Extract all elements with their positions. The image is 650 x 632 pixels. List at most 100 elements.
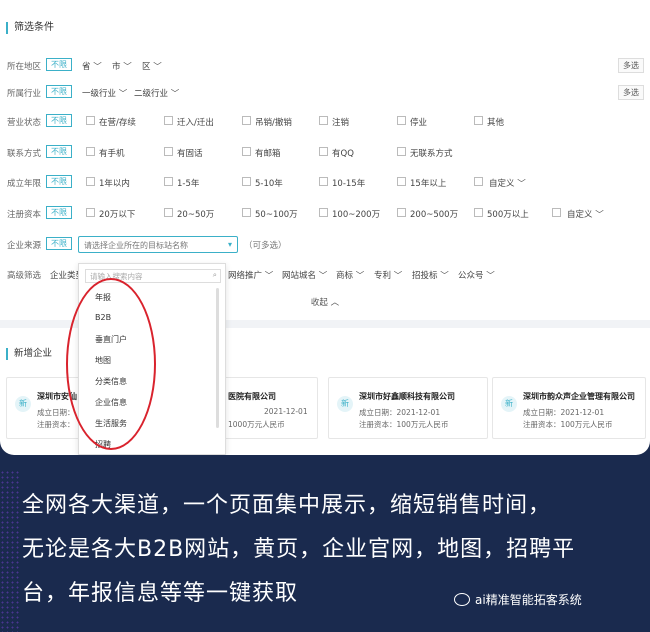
age-unlimited-button[interactable]: 不限 (46, 175, 72, 188)
age-option[interactable]: 1年以内 (99, 177, 130, 189)
trademark-dropdown[interactable]: 商标 ﹀ (336, 269, 364, 281)
status-option[interactable]: 停业 (410, 116, 427, 128)
source-unlimited-button[interactable]: 不限 (46, 237, 72, 250)
company-card[interactable]: 新 深圳市好鑫顺科技有限公司 成立日期：2021-12-01 注册资本：100万… (328, 377, 488, 439)
checkbox[interactable] (319, 116, 328, 125)
patent-dropdown[interactable]: 专利 ﹀ (374, 269, 402, 281)
checkbox[interactable] (474, 208, 483, 217)
company-capital: 注册资本：100万元人民币 (359, 420, 449, 429)
checkbox[interactable] (397, 177, 406, 186)
capital-option[interactable]: 20~50万 (177, 208, 214, 220)
source-label: 企业来源 (7, 241, 42, 251)
contact-option[interactable]: 无联系方式 (410, 147, 453, 159)
capital-option[interactable]: 200~500万 (410, 208, 458, 220)
capital-option[interactable]: 50~100万 (255, 208, 298, 220)
new-companies-title: 新增企业 (6, 348, 52, 360)
status-option[interactable]: 其他 (487, 116, 504, 128)
official-account-dropdown[interactable]: 公众号 ﹀ (458, 269, 495, 281)
advanced-label: 高级筛选 (7, 271, 42, 281)
capital-row: 注册资本 不限 20万以下 20~50万 50~100万 100~200万 20… (0, 204, 650, 222)
province-dropdown[interactable]: 省 ﹀ (82, 60, 102, 72)
status-row: 营业状态 不限 在营/存续 迁入/迁出 吊销/撤销 注销 停业 其他 (0, 112, 650, 130)
checkbox[interactable] (397, 116, 406, 125)
wechat-icon (454, 593, 470, 606)
checkbox[interactable] (86, 208, 95, 217)
checkbox[interactable] (319, 147, 328, 156)
checkbox[interactable] (164, 177, 173, 186)
district-dropdown[interactable]: 区 ﹀ (142, 60, 162, 72)
status-option[interactable]: 注销 (332, 116, 349, 128)
company-name: 深圳市韵众声企业管理有限公司 (523, 392, 635, 401)
checkbox[interactable] (86, 147, 95, 156)
industry-level1-dropdown[interactable]: 一级行业 ﹀ (82, 87, 127, 99)
region-multi-select-button[interactable]: 多选 (618, 58, 644, 73)
filter-title: 筛选条件 (6, 22, 54, 34)
status-option[interactable]: 吊销/撤销 (255, 116, 292, 128)
company-card[interactable]: 新 深圳市韵众声企业管理有限公司 成立日期：2021-12-01 注册资本：10… (492, 377, 646, 439)
checkbox[interactable] (242, 177, 251, 186)
company-capital: 注册资本： (37, 420, 75, 429)
checkbox[interactable] (242, 147, 251, 156)
company-date: 成立日期： (37, 408, 75, 417)
age-option[interactable]: 1-5年 (177, 177, 199, 189)
promotion-dropdown[interactable]: 网络推广 ﹀ (228, 269, 273, 281)
company-date: 成立日期：2021-12-01 (359, 408, 441, 417)
checkbox[interactable] (86, 116, 95, 125)
status-option[interactable]: 在营/存续 (99, 116, 136, 128)
contact-unlimited-button[interactable]: 不限 (46, 145, 72, 158)
checkbox[interactable] (242, 208, 251, 217)
status-label: 营业状态 (7, 118, 42, 128)
contact-option[interactable]: 有QQ (332, 147, 354, 159)
source-select[interactable]: 请选择企业所在的目标站名称 ▾ (78, 236, 238, 253)
source-placeholder: 请选择企业所在的目标站名称 (84, 241, 188, 250)
checkbox[interactable] (474, 177, 483, 186)
region-label: 所在地区 (7, 62, 42, 72)
contact-option[interactable]: 有手机 (99, 147, 125, 159)
status-unlimited-button[interactable]: 不限 (46, 114, 72, 127)
capital-option[interactable]: 100~200万 (332, 208, 380, 220)
capital-unlimited-button[interactable]: 不限 (46, 206, 72, 219)
city-dropdown[interactable]: 市 ﹀ (112, 60, 132, 72)
industry-level2-dropdown[interactable]: 二级行业 ﹀ (134, 87, 179, 99)
filter-panel: 筛选条件 所在地区 不限 省 ﹀ 市 ﹀ 区 ﹀ 多选 所属行业 不限 一级行业… (0, 0, 650, 455)
checkbox[interactable] (242, 116, 251, 125)
popup-scrollbar[interactable] (216, 288, 219, 428)
industry-unlimited-button[interactable]: 不限 (46, 85, 72, 98)
checkbox[interactable] (86, 177, 95, 186)
region-row: 所在地区 不限 省 ﹀ 市 ﹀ 区 ﹀ 多选 (0, 56, 650, 74)
age-custom-dropdown[interactable]: 自定义 ﹀ (489, 177, 526, 189)
capital-option[interactable]: 20万以下 (99, 208, 135, 220)
contact-option[interactable]: 有固话 (177, 147, 203, 159)
company-capital: 注册资本：100万元人民币 (523, 420, 613, 429)
capital-option[interactable]: 500万以上 (487, 208, 529, 220)
checkbox[interactable] (319, 208, 328, 217)
industry-row: 所属行业 不限 一级行业 ﹀ 二级行业 ﹀ 多选 (0, 83, 650, 101)
age-option[interactable]: 15年以上 (410, 177, 446, 189)
bidding-dropdown[interactable]: 招投标 ﹀ (412, 269, 449, 281)
region-unlimited-button[interactable]: 不限 (46, 58, 72, 71)
checkbox[interactable] (474, 116, 483, 125)
domain-dropdown[interactable]: 网站城名 ﹀ (282, 269, 327, 281)
source-row: 企业来源 不限 请选择企业所在的目标站名称 ▾ （可多选） (0, 235, 650, 253)
new-badge: 新 (501, 396, 517, 412)
checkbox[interactable] (164, 147, 173, 156)
industry-multi-select-button[interactable]: 多选 (618, 85, 644, 100)
chevron-down-icon: ▾ (227, 240, 232, 249)
company-name: 医院有限公司 (228, 392, 276, 401)
checkbox[interactable] (552, 208, 561, 217)
age-row: 成立年限 不限 1年以内 1-5年 5-10年 10-15年 15年以上 自定义… (0, 173, 650, 191)
age-option[interactable]: 5-10年 (255, 177, 283, 189)
checkbox[interactable] (164, 208, 173, 217)
checkbox[interactable] (319, 177, 328, 186)
contact-option[interactable]: 有邮箱 (255, 147, 281, 159)
highlight-ellipse (66, 278, 156, 450)
age-option[interactable]: 10-15年 (332, 177, 365, 189)
checkbox[interactable] (397, 208, 406, 217)
new-badge: 新 (337, 396, 353, 412)
checkbox[interactable] (164, 116, 173, 125)
status-option[interactable]: 迁入/迁出 (177, 116, 214, 128)
age-label: 成立年限 (7, 179, 42, 189)
capital-custom-dropdown[interactable]: 自定义 ﹀ (567, 208, 604, 220)
company-date: 成立日期：2021-12-01 (523, 408, 605, 417)
checkbox[interactable] (397, 147, 406, 156)
